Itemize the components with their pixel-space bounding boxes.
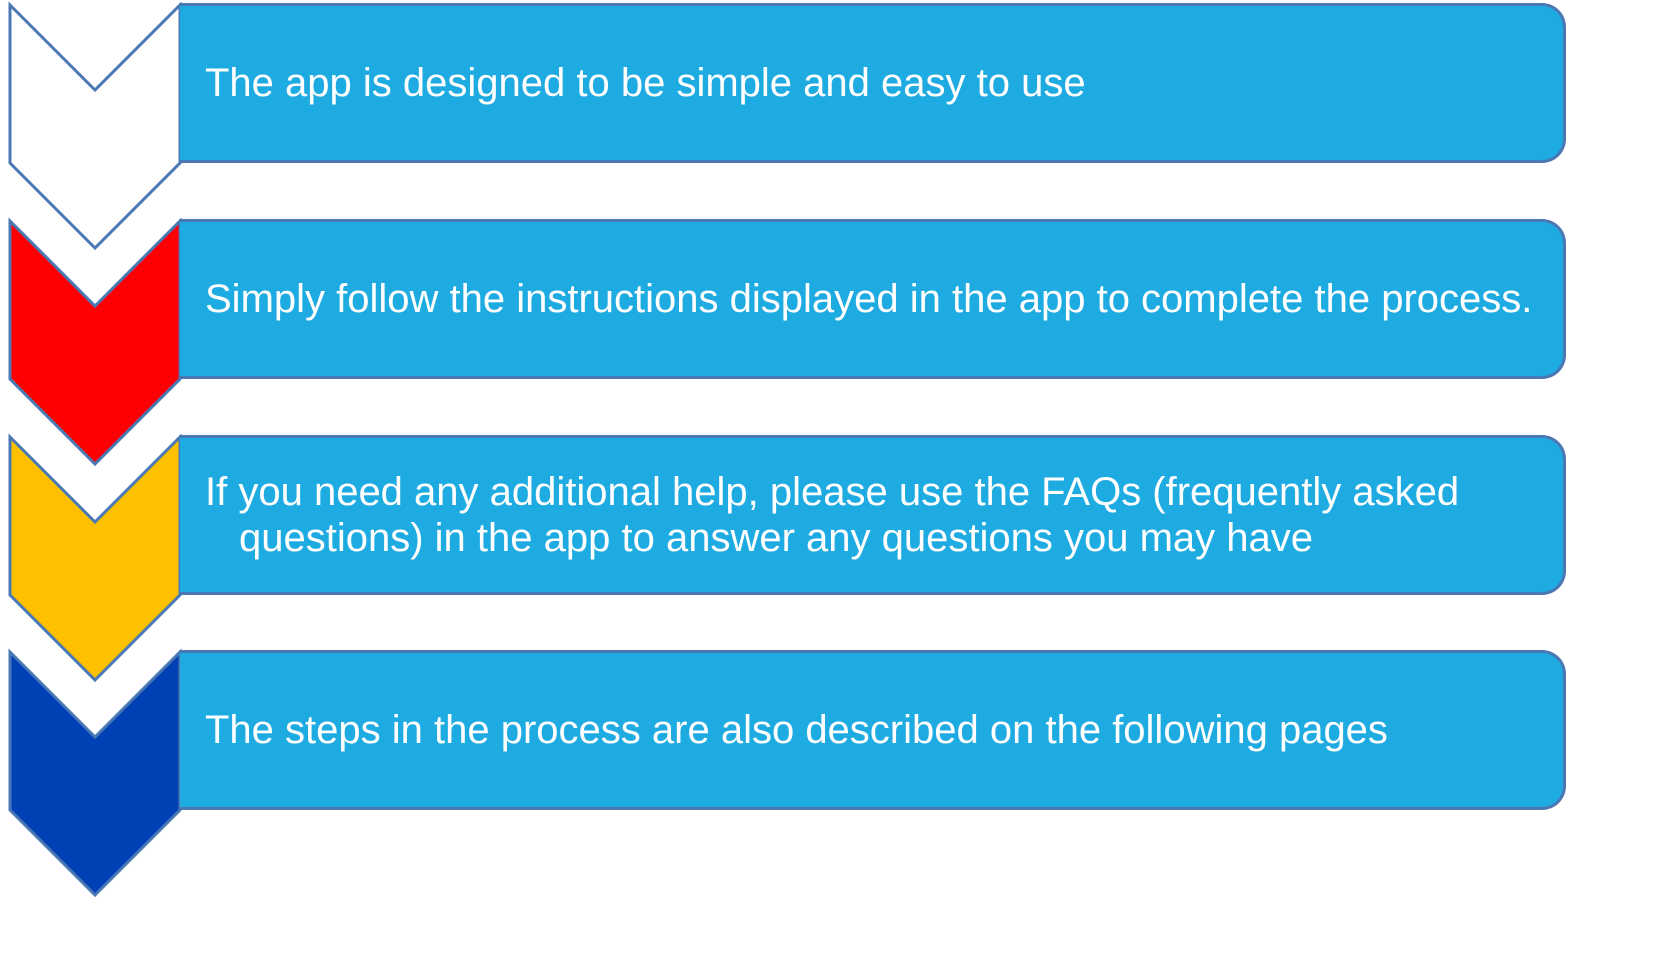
step-4-box: The steps in the process are also descri…: [180, 650, 1566, 810]
step-2-chevron-icon: [8, 217, 182, 467]
step-1-text: The app is designed to be simple and eas…: [205, 61, 1086, 105]
step-2-text: Simply follow the instructions displayed…: [205, 277, 1533, 321]
step-3-chevron-icon: [8, 433, 182, 683]
step-4-chevron-icon: [8, 648, 182, 898]
step-1-box: The app is designed to be simple and eas…: [180, 3, 1566, 163]
step-1-chevron-icon: [8, 1, 182, 251]
step-4-text: The steps in the process are also descri…: [205, 708, 1388, 752]
step-3-text: If you need any additional help, please …: [205, 470, 1460, 560]
process-diagram: The app is designed to be simple and eas…: [0, 0, 1673, 957]
step-2-box: Simply follow the instructions displayed…: [180, 219, 1566, 379]
step-3-box: If you need any additional help, please …: [180, 435, 1566, 595]
